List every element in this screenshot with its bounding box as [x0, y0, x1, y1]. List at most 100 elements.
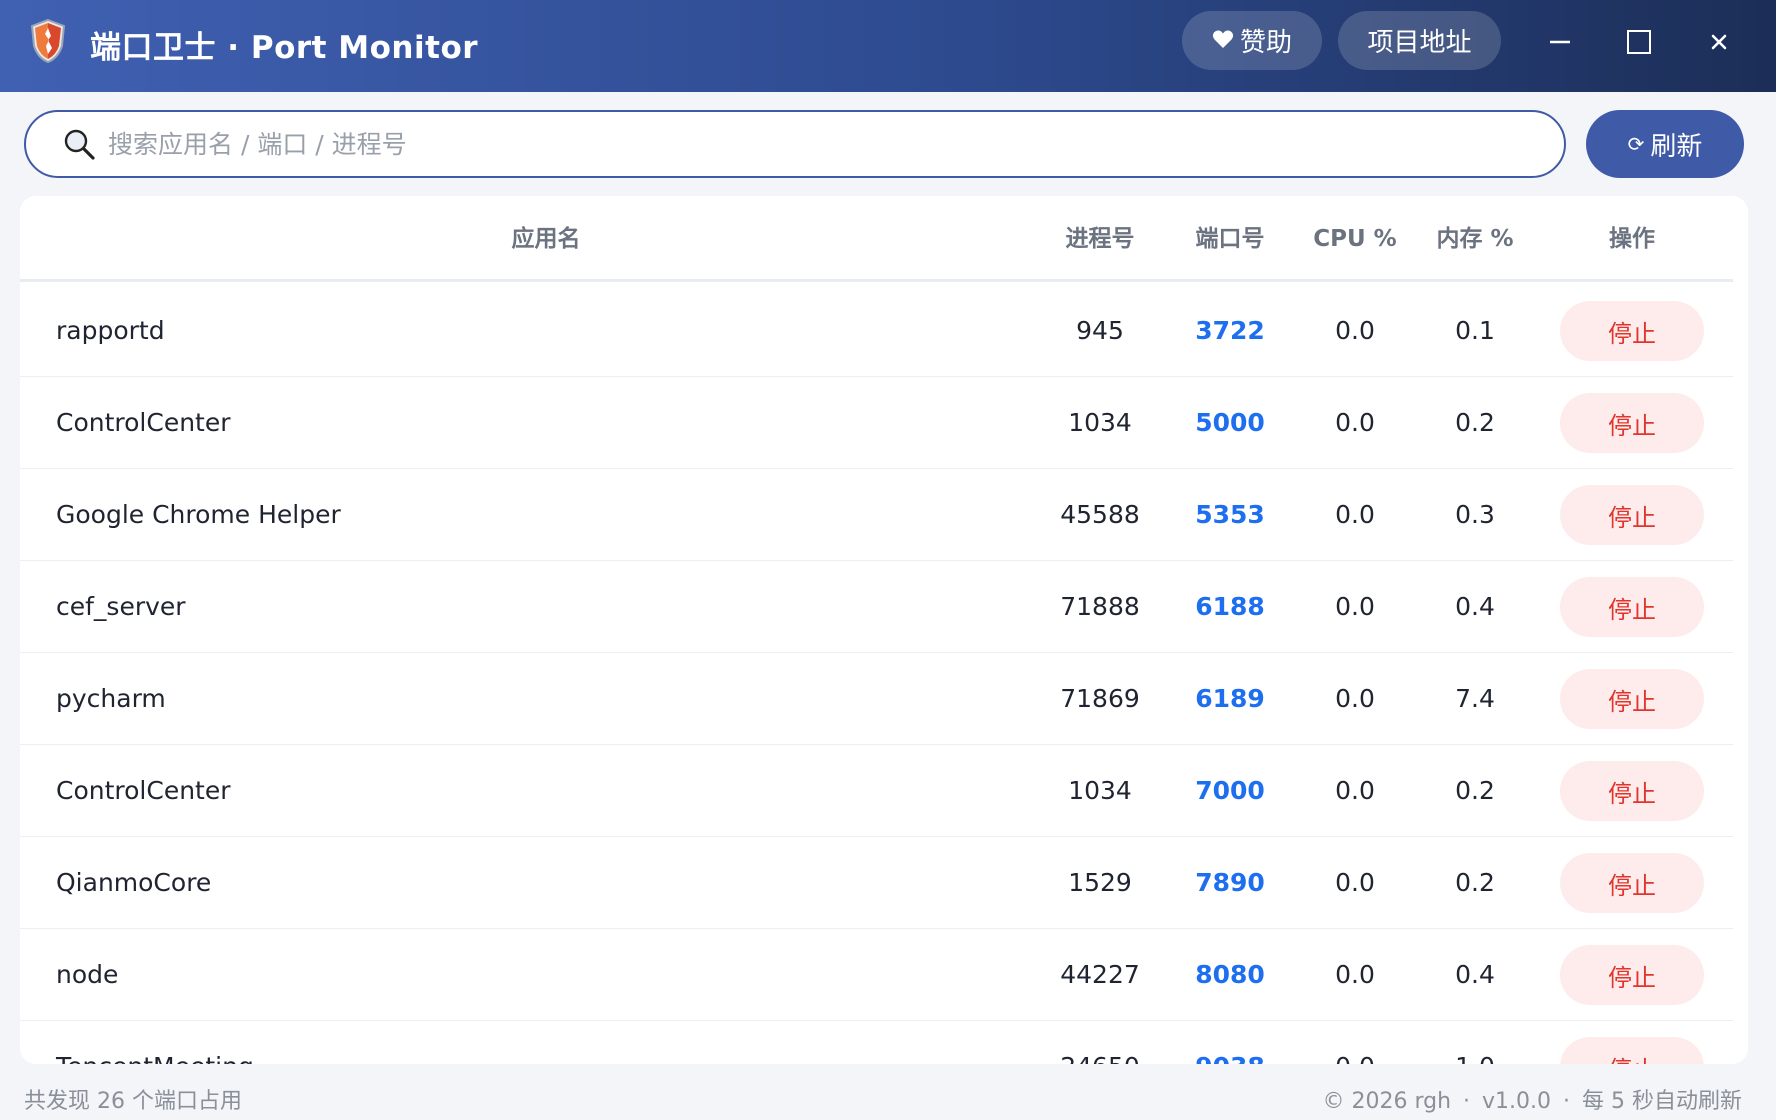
app-name-cell: ControlCenter	[56, 408, 231, 437]
port-table: 应用名 进程号 端口号 CPU % 内存 % 操作 rapportd 945 3…	[20, 196, 1748, 1064]
refresh-label: 刷新	[1650, 131, 1703, 162]
repo-label: 项目地址	[1367, 28, 1472, 58]
memory-cell: 0.3	[1455, 500, 1495, 529]
app-name-cell: cef_server	[56, 592, 186, 621]
app-name-cell: TencentMeeting	[56, 1021, 956, 1064]
footer-separator: ·	[1563, 1089, 1571, 1114]
app-name-cell: pycharm	[56, 684, 166, 713]
port-cell: 3722	[1195, 316, 1265, 345]
stop-button[interactable]: 停止	[1560, 577, 1704, 637]
cpu-cell: 0.0	[1335, 316, 1375, 345]
cpu-cell: 0.0	[1335, 960, 1375, 989]
cpu-cell: 0.0	[1335, 776, 1375, 805]
pid-cell: 945	[1076, 316, 1124, 345]
table-row: cef_server 71888 6188 0.0 0.4 停止	[20, 561, 1733, 653]
pid-cell: 71869	[1060, 684, 1140, 713]
shield-logo-icon	[30, 18, 66, 64]
sponsor-label: 赞助	[1239, 28, 1292, 58]
column-header-app-name: 应用名	[511, 226, 581, 252]
port-count-text: 共发现 26 个端口占用	[24, 1089, 242, 1114]
repo-link-button[interactable]: 项目地址	[1338, 11, 1501, 70]
cpu-cell: 0.0	[1335, 408, 1375, 437]
table-row: node 44227 8080 0.0 0.4 停止	[20, 929, 1733, 1021]
port-cell: 6189	[1195, 684, 1265, 713]
app-window: 端口卫士 · Port Monitor 赞助 项目地址 ⟳ 刷新	[0, 0, 1776, 1120]
table-body: rapportd 945 3722 0.0 0.1 停止 ControlCent…	[20, 285, 1733, 1064]
refresh-icon: ⟳	[1627, 132, 1645, 156]
port-cell: 7000	[1195, 776, 1265, 805]
cpu-cell: 0.0	[1335, 500, 1375, 529]
sponsor-button[interactable]: 赞助	[1182, 11, 1322, 70]
app-name-cell: node	[56, 960, 119, 989]
memory-cell: 0.2	[1455, 776, 1495, 805]
stop-button[interactable]: 停止	[1560, 761, 1704, 821]
app-name-cell: ControlCenter	[56, 776, 231, 805]
port-cell: 6188	[1195, 592, 1265, 621]
cpu-cell: 0.0	[1335, 592, 1375, 621]
memory-cell: 0.2	[1455, 868, 1495, 897]
column-header-port: 端口号	[1195, 226, 1265, 252]
cpu-cell: 0.0	[1290, 1021, 1420, 1064]
maximize-button[interactable]	[1617, 20, 1661, 64]
memory-cell: 0.1	[1455, 316, 1495, 345]
minimize-icon	[1550, 40, 1570, 44]
table-row: Google Chrome Helper 45588 5353 0.0 0.3 …	[20, 469, 1733, 561]
search-input[interactable]	[108, 119, 1508, 169]
close-button[interactable]	[1697, 20, 1741, 64]
version-text: v1.0.0	[1482, 1089, 1552, 1114]
memory-cell: 0.4	[1455, 960, 1495, 989]
pid-cell: 1034	[1068, 408, 1132, 437]
stop-button[interactable]: 停止	[1560, 853, 1704, 913]
stop-button[interactable]: 停止	[1560, 301, 1704, 361]
maximize-icon	[1627, 30, 1651, 54]
port-cell: 9038	[1160, 1021, 1300, 1064]
stop-button[interactable]: 停止	[1560, 485, 1704, 545]
table-header: 应用名 进程号 端口号 CPU % 内存 % 操作	[20, 196, 1733, 282]
app-name-cell: Google Chrome Helper	[56, 500, 341, 529]
app-name-cell: QianmoCore	[56, 868, 212, 897]
footer-separator: ·	[1463, 1089, 1471, 1114]
refresh-button[interactable]: ⟳ 刷新	[1586, 110, 1744, 178]
stop-button[interactable]: 停止	[1560, 669, 1704, 729]
stop-button[interactable]: 停止	[1560, 393, 1704, 453]
column-header-action: 操作	[1609, 226, 1655, 252]
pid-cell: 71888	[1060, 592, 1140, 621]
close-icon	[1711, 34, 1727, 50]
heart-icon	[1212, 26, 1234, 56]
footer-info: © 2026 rgh · v1.0.0 · 每 5 秒自动刷新	[1322, 1083, 1742, 1115]
search-box[interactable]	[24, 110, 1566, 178]
stop-button[interactable]: 停止	[1560, 1037, 1704, 1064]
pid-cell: 44227	[1060, 960, 1140, 989]
memory-cell: 7.4	[1455, 684, 1495, 713]
pid-cell: 1529	[1068, 868, 1132, 897]
search-icon	[64, 129, 95, 160]
table-row: ControlCenter 1034 5000 0.0 0.2 停止	[20, 377, 1733, 469]
pid-cell: 45588	[1060, 500, 1140, 529]
port-cell: 7890	[1195, 868, 1265, 897]
stop-button[interactable]: 停止	[1560, 945, 1704, 1005]
table-row: QianmoCore 1529 7890 0.0 0.2 停止	[20, 837, 1733, 929]
port-cell: 5000	[1195, 408, 1265, 437]
port-cell: 8080	[1195, 960, 1265, 989]
cpu-cell: 0.0	[1335, 868, 1375, 897]
port-cell: 5353	[1195, 500, 1265, 529]
copyright-text: © 2026 rgh	[1322, 1089, 1452, 1114]
memory-cell: 0.2	[1455, 408, 1495, 437]
table-row: pycharm 71869 6189 0.0 7.4 停止	[20, 653, 1733, 745]
table-row: ControlCenter 1034 7000 0.0 0.2 停止	[20, 745, 1733, 837]
auto-refresh-text: 每 5 秒自动刷新	[1582, 1089, 1742, 1114]
app-name-cell: rapportd	[56, 316, 165, 345]
app-title: 端口卫士 · Port Monitor	[90, 30, 479, 66]
minimize-button[interactable]	[1538, 20, 1582, 64]
pid-cell: 24650	[1030, 1021, 1170, 1064]
table-row: TencentMeeting 24650 9038 0.0 1.0 停止	[20, 1021, 1733, 1064]
column-header-cpu: CPU %	[1313, 226, 1397, 252]
cpu-cell: 0.0	[1335, 684, 1375, 713]
pid-cell: 1034	[1068, 776, 1132, 805]
table-row: rapportd 945 3722 0.0 0.1 停止	[20, 285, 1733, 377]
memory-cell: 0.4	[1455, 592, 1495, 621]
title-bar: 端口卫士 · Port Monitor 赞助 项目地址	[0, 0, 1776, 92]
memory-cell: 1.0	[1415, 1021, 1535, 1064]
column-header-pid: 进程号	[1065, 226, 1135, 252]
column-header-memory: 内存 %	[1436, 226, 1514, 252]
